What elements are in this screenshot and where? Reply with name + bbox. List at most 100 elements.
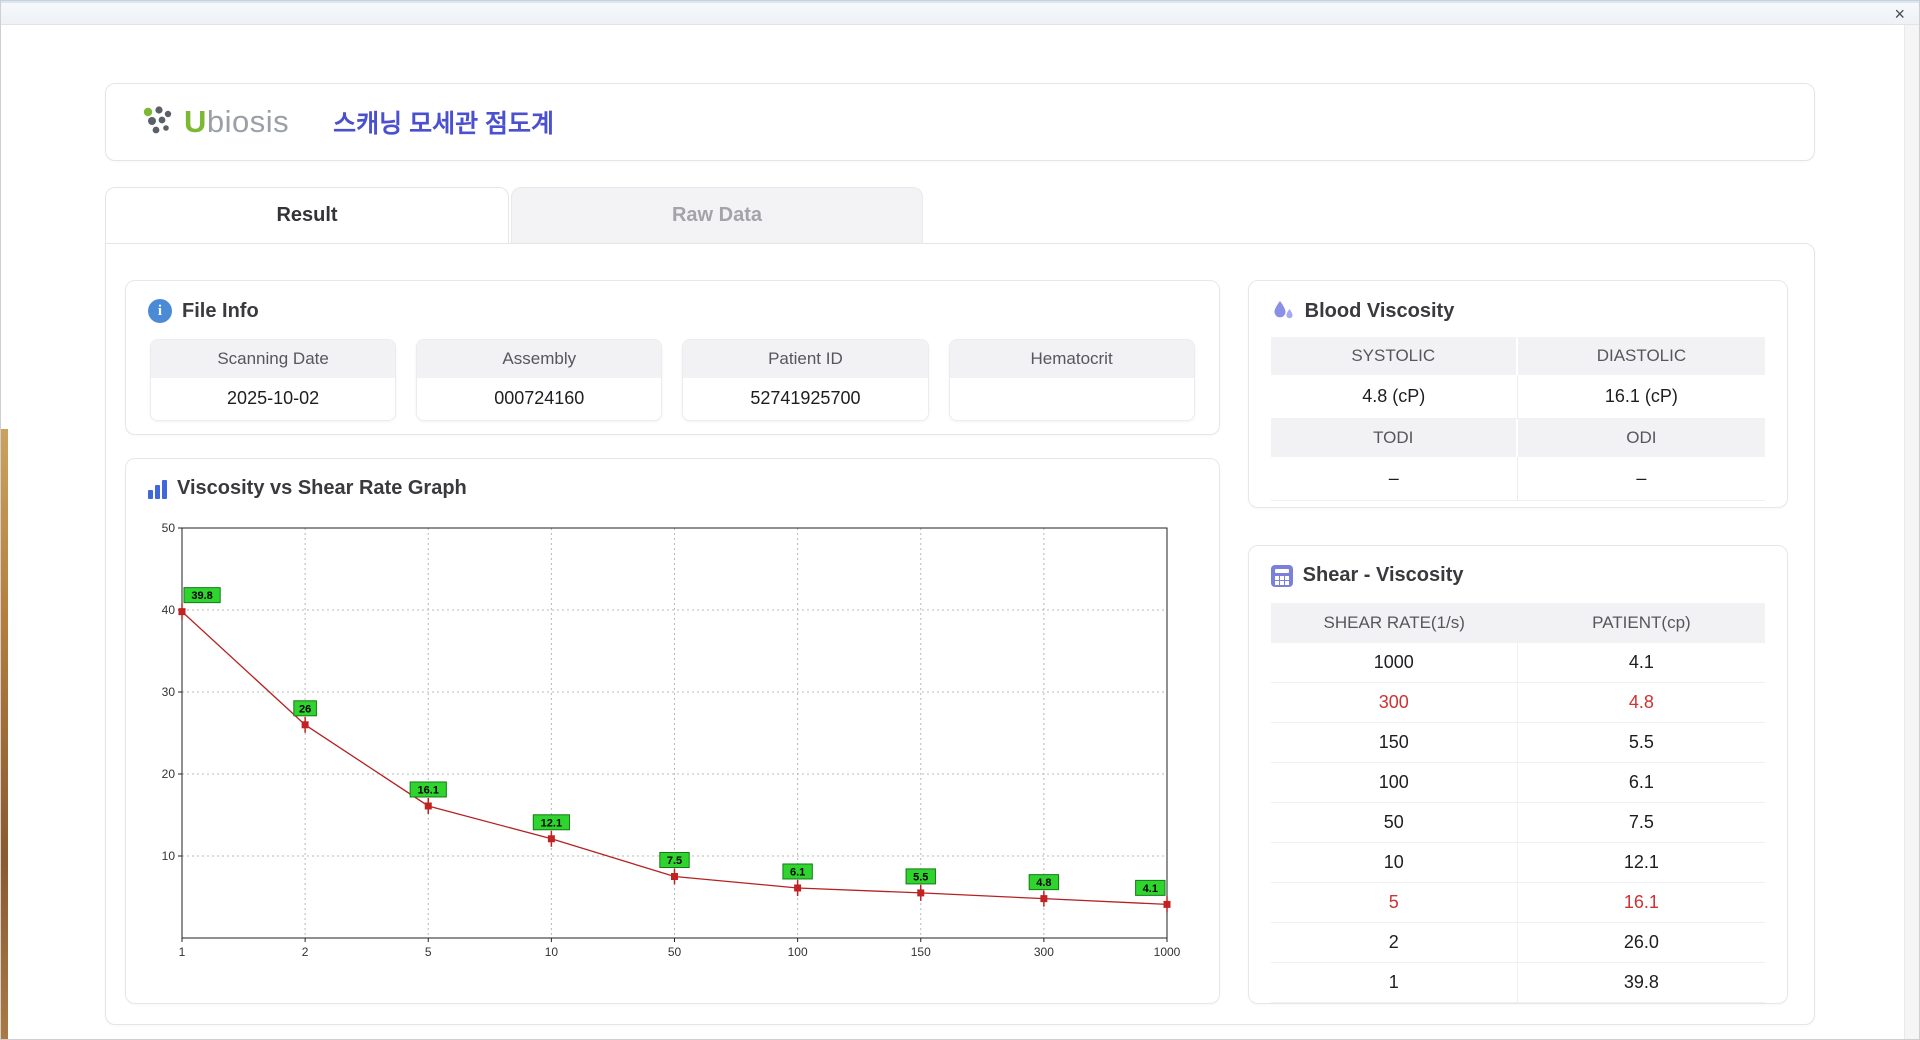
bv-value-todi: –: [1270, 457, 1518, 501]
file-info-header: i File Info: [126, 281, 1219, 333]
brand-name: Ubiosis: [184, 104, 290, 139]
tab-result[interactable]: Result: [105, 187, 509, 243]
col-patient: PATIENT(cp): [1592, 613, 1691, 632]
close-icon[interactable]: ×: [1894, 5, 1905, 23]
bv-label-odi: ODI: [1517, 419, 1765, 457]
page-title: 스캐닝 모세관 점도계: [333, 110, 555, 138]
bv-label-systolic: SYSTOLIC: [1270, 337, 1518, 375]
table-calc-icon: [1270, 564, 1293, 587]
window-titlebar: ×: [1, 1, 1919, 25]
graph-title: Viscosity vs Shear Rate Graph: [177, 477, 467, 500]
cell-patient-value: 26.0: [1623, 932, 1659, 952]
blood-viscosity-header: Blood Viscosity: [1249, 281, 1787, 333]
tab-bar: Result Raw Data: [105, 187, 1815, 243]
svg-text:50: 50: [668, 945, 682, 959]
file-info-card: i File Info Scanning Date 2025-10-02 Ass…: [125, 280, 1220, 436]
chart-area: 1 2 5 10 50 100 150 300 1000 10 20 30 40 50 39.8 26 16.1…: [126, 510, 1219, 979]
shear-table: SHEAR RATE(1/s) PATIENT(cp) 1000 4.1 300 4.…: [1270, 603, 1765, 1003]
table-row: 1 39.8: [1270, 963, 1765, 1003]
cell-shear-rate: 100: [1271, 763, 1518, 802]
field-value: 52741925700: [683, 378, 928, 420]
scrollbar[interactable]: [1904, 25, 1919, 1039]
svg-text:6.1: 6.1: [790, 867, 805, 879]
info-icon: i: [148, 299, 172, 323]
svg-text:40: 40: [162, 603, 176, 617]
cell-shear-rate: 300: [1271, 683, 1518, 722]
right-column: Blood Viscosity SYSTOLIC DIASTOLIC 4.8 (…: [1247, 280, 1788, 1004]
cell-patient-value: 6.1: [1628, 772, 1654, 792]
logo-dots-icon: [143, 106, 172, 134]
bar-chart-icon: [148, 479, 167, 499]
ubiosis-logo: Ubiosis: [140, 104, 289, 140]
bv-label-todi: TODI: [1270, 419, 1518, 457]
svg-text:7.5: 7.5: [667, 855, 682, 867]
table-row: 1000 4.1: [1270, 643, 1765, 683]
file-info-title: File Info: [182, 299, 259, 322]
svg-text:4.1: 4.1: [1143, 883, 1158, 895]
field-label: Assembly: [417, 340, 662, 378]
graph-header: Viscosity vs Shear Rate Graph: [126, 459, 1219, 510]
cell-patient-value: 5.5: [1628, 732, 1654, 752]
file-info-fields: Scanning Date 2025-10-02 Assembly 000724…: [126, 333, 1219, 421]
cell-shear-rate: 5: [1271, 883, 1518, 922]
shear-viscosity-title: Shear - Viscosity: [1302, 564, 1464, 586]
field-label: Patient ID: [683, 340, 928, 378]
cell-patient-value: 4.8: [1628, 692, 1654, 712]
cell-shear-rate: 1000: [1271, 643, 1518, 682]
tab-raw-data[interactable]: Raw Data: [511, 187, 923, 243]
field-value: 2025-10-02: [151, 378, 396, 420]
field-value: 000724160: [417, 378, 662, 420]
col-shear-rate: SHEAR RATE(1/s): [1323, 613, 1465, 632]
svg-text:26: 26: [299, 704, 311, 716]
svg-text:12.1: 12.1: [541, 818, 562, 830]
svg-text:2: 2: [302, 945, 309, 959]
table-row: 150 5.5: [1270, 723, 1765, 763]
bv-label-diastolic: DIASTOLIC: [1517, 337, 1765, 375]
field-value: [949, 378, 1194, 420]
shear-table-header: SHEAR RATE(1/s) PATIENT(cp): [1270, 603, 1765, 643]
svg-text:1000: 1000: [1154, 945, 1181, 959]
field-scanning-date: Scanning Date 2025-10-02: [150, 339, 397, 421]
cell-patient-value: 12.1: [1623, 852, 1659, 872]
shear-table-body: 1000 4.1 300 4.8 150 5.5 100 6.1 50 7.5 10 12.1 5 16.…: [1270, 643, 1765, 1003]
table-row: 100 6.1: [1270, 763, 1765, 803]
bv-value-row: – –: [1270, 457, 1765, 501]
desktop-background-sliver: [1, 429, 8, 1039]
table-row: 300 4.8: [1270, 683, 1765, 723]
field-label: Scanning Date: [151, 340, 396, 378]
blood-viscosity-title: Blood Viscosity: [1304, 299, 1455, 322]
left-column: i File Info Scanning Date 2025-10-02 Ass…: [125, 280, 1220, 1004]
bv-value-row: 4.8 (cP) 16.1 (cP): [1270, 375, 1765, 419]
svg-text:16.1: 16.1: [418, 785, 439, 797]
field-patient-id: Patient ID 52741925700: [682, 339, 929, 421]
result-panel: i File Info Scanning Date 2025-10-02 Ass…: [105, 243, 1815, 1025]
svg-text:20: 20: [162, 767, 176, 781]
page-content: Ubiosis 스캐닝 모세관 점도계 Result Raw Data i Fi…: [105, 25, 1815, 1025]
table-row: 2 26.0: [1270, 923, 1765, 963]
cell-patient-value: 4.1: [1628, 652, 1654, 672]
cell-shear-rate: 1: [1271, 963, 1518, 1002]
cell-patient-value: 16.1: [1623, 892, 1659, 912]
bv-header-row: TODI ODI: [1270, 419, 1765, 457]
svg-text:150: 150: [911, 945, 931, 959]
bv-header-row: SYSTOLIC DIASTOLIC: [1270, 337, 1765, 375]
shear-viscosity-header: Shear - Viscosity: [1249, 546, 1787, 597]
svg-text:10: 10: [162, 849, 176, 863]
cell-patient-value: 7.5: [1628, 812, 1654, 832]
cell-shear-rate: 10: [1271, 843, 1518, 882]
svg-text:39.8: 39.8: [191, 591, 212, 603]
cell-shear-rate: 150: [1271, 723, 1518, 762]
table-row: 5 16.1: [1270, 883, 1765, 923]
svg-text:10: 10: [545, 945, 559, 959]
table-row: 50 7.5: [1270, 803, 1765, 843]
svg-text:100: 100: [788, 945, 808, 959]
droplets-icon: [1274, 301, 1293, 319]
cell-patient-value: 39.8: [1623, 972, 1659, 992]
svg-text:5: 5: [425, 945, 432, 959]
cell-shear-rate: 50: [1271, 803, 1518, 842]
viscosity-chart: 1 2 5 10 50 100 150 300 1000 10 20 30 40 50 39.8 26 16.1…: [162, 521, 1181, 959]
blood-viscosity-grid: SYSTOLIC DIASTOLIC 4.8 (cP) 16.1 (cP) TO…: [1270, 337, 1765, 501]
svg-text:5.5: 5.5: [913, 872, 928, 884]
svg-text:4.8: 4.8: [1036, 878, 1051, 890]
shear-viscosity-card: Shear - Viscosity SHEAR RATE(1/s) PATIEN…: [1247, 545, 1788, 1004]
